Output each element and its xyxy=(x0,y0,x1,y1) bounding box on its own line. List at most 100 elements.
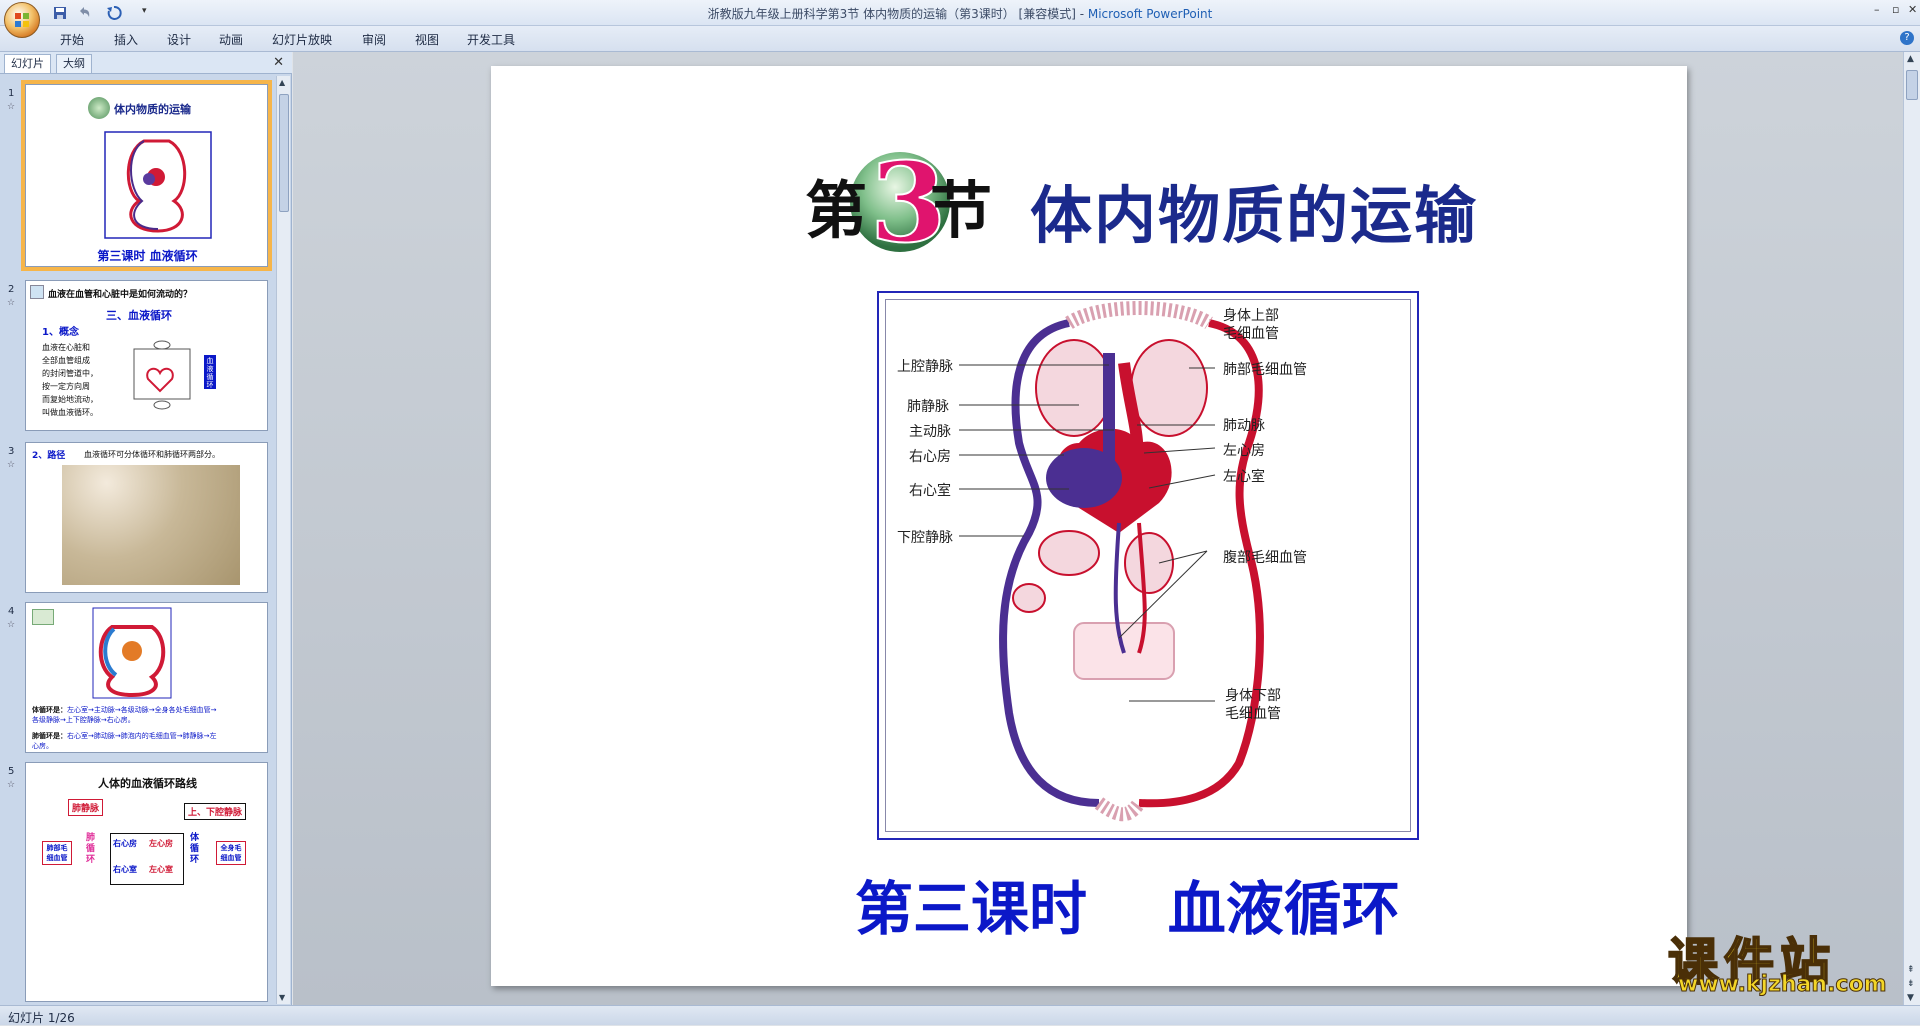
section-badge-icon xyxy=(88,97,110,119)
tab-slides[interactable]: 幻灯片 xyxy=(4,54,51,73)
title-bar: ▾ 浙教版九年级上册科学第3节 体内物质的运输（第3课时） [兼容模式] - M… xyxy=(0,0,1920,38)
thumb-title: 体内物质的运输 xyxy=(114,103,191,116)
thumb-box: 左心室 xyxy=(149,865,173,874)
circulation-thumb-icon xyxy=(104,131,212,239)
slide-thumbnail-3[interactable]: 2、路径 血液循环可分体循环和肺循环两部分。 xyxy=(25,442,268,593)
animation-star-icon: ☆ xyxy=(7,620,16,630)
scroll-image-icon xyxy=(30,285,44,299)
thumb-label: 体循环 xyxy=(190,833,200,865)
office-button[interactable] xyxy=(4,2,40,38)
label-upper-body-capillaries: 身体上部 毛细血管 xyxy=(1223,307,1279,343)
next-slide-icon[interactable]: ⇟ xyxy=(1907,979,1915,989)
label-line: 毛细血管 xyxy=(1225,706,1281,722)
thumb-caption: 第三课时 血液循环 xyxy=(97,249,198,263)
slide-thumbnail-1[interactable]: 体内物质的运输 第三课时 血液循环 xyxy=(21,80,272,271)
label-lung-capillaries: 肺部毛细血管 xyxy=(1223,362,1307,378)
tab-home[interactable]: 开始 xyxy=(60,31,84,48)
thumb-box: 右心室 xyxy=(113,865,137,874)
label-abdomen-capillaries: 腹部毛细血管 xyxy=(1223,550,1307,566)
panel-close-icon[interactable]: ✕ xyxy=(273,55,284,70)
slide-number: 3 xyxy=(8,446,15,457)
tab-slideshow[interactable]: 幻灯片放映 xyxy=(272,31,332,48)
thumb-heading: 血液在血管和心脏中是如何流动的？ xyxy=(48,290,193,300)
label-inferior-vena-cava: 下腔静脉 xyxy=(897,530,953,546)
animation-star-icon: ☆ xyxy=(7,298,16,308)
thumb-box: 上、下腔静脉 xyxy=(184,803,247,820)
tab-design[interactable]: 设计 xyxy=(167,31,191,48)
scroll-thumb[interactable] xyxy=(1906,70,1918,100)
label-right-atrium: 右心房 xyxy=(909,449,951,465)
scroll-image-icon xyxy=(32,609,54,625)
thumbnail-scrollbar[interactable]: ▲ ▼ xyxy=(276,76,290,1004)
label-pulmonary-vein: 肺静脉 xyxy=(907,399,949,415)
heart-loop-thumb-icon xyxy=(133,340,191,410)
thumb-point: 1、概念 xyxy=(42,327,79,338)
thumb-box: 肺部毛细血管 xyxy=(42,841,72,865)
label-left-atrium: 左心房 xyxy=(1223,443,1265,459)
slide-title: 体内物质的运输 xyxy=(1030,179,1479,252)
circulation-thumb-icon xyxy=(92,607,172,699)
tab-animation[interactable]: 动画 xyxy=(219,31,243,48)
slide-number: 2 xyxy=(8,284,15,295)
site-watermark: 课件站 www.kjzhan.com xyxy=(1667,922,1900,1002)
label-superior-vena-cava: 上腔静脉 xyxy=(897,359,953,375)
thumb-body-line: 全部血管组成 xyxy=(42,356,90,365)
circulation-diagram: 身体上部 毛细血管 肺部毛细血管 上腔静脉 肺静脉 主动脉 肺动脉 右心房 左心… xyxy=(877,291,1419,840)
thumb-side-label: 血液循环 xyxy=(204,355,216,389)
main-scrollbar[interactable]: ▲ ⇞ ⇟ ▼ xyxy=(1903,52,1920,1005)
animation-star-icon: ☆ xyxy=(7,102,16,112)
thumb-heading: 2、路径 xyxy=(32,451,66,461)
slide-thumbnail-2[interactable]: 血液在血管和心脏中是如何流动的？ 三、血液循环 1、概念 血液在心脏和 全部血管… xyxy=(25,280,268,431)
scroll-up-icon[interactable]: ▲ xyxy=(1907,54,1914,64)
minimize-icon[interactable]: – xyxy=(1874,3,1880,16)
thumb-heading: 人体的血液循环路线 xyxy=(98,777,197,790)
panel-tabs: 幻灯片 大纲 ✕ xyxy=(0,52,292,74)
slide-thumbnail-4[interactable]: 体循环是：左心室→主动脉→各级动脉→全身各处毛细血管→各级静脉→上下腔静脉→右心… xyxy=(25,602,268,753)
tab-view[interactable]: 视图 xyxy=(415,31,439,48)
label-line: 身体下部 xyxy=(1225,688,1281,704)
thumb-video-placeholder xyxy=(62,465,240,585)
thumb-body-line: 按一定方向周 xyxy=(42,382,90,391)
thumb-text-label: 肺循环是： xyxy=(32,732,67,740)
thumb-body: 血液循环可分体循环和肺循环两部分。 xyxy=(84,450,220,459)
thumb-body-line: 叫做血液循环。 xyxy=(42,408,98,417)
label-pulmonary-artery: 肺动脉 xyxy=(1223,418,1265,434)
tab-insert[interactable]: 插入 xyxy=(114,31,138,48)
help-icon[interactable]: ? xyxy=(1900,31,1914,45)
app-name: Microsoft PowerPoint xyxy=(1087,7,1213,21)
thumb-box: 右心房 xyxy=(113,839,137,848)
slide-thumbnail-5[interactable]: 人体的血液循环路线 肺静脉 上、下腔静脉 肺部毛细血管 右心房 左心房 右心室 … xyxy=(25,762,268,1002)
label-lower-body-capillaries: 身体下部 毛细血管 xyxy=(1225,687,1281,723)
thumb-body: 血液在心脏和 全部血管组成 的封闭管道中， 按一定方向周 而复始地流动， 叫做血… xyxy=(42,341,98,419)
thumb-box: 左心房 xyxy=(149,839,173,848)
thumb-box: 全身毛细血管 xyxy=(216,841,246,865)
scroll-thumb[interactable] xyxy=(279,94,289,212)
close-icon[interactable]: ✕ xyxy=(1908,3,1917,16)
label-line: 身体上部 xyxy=(1223,308,1279,324)
thumb-text-label: 体循环是： xyxy=(32,706,67,714)
slide-number: 5 xyxy=(8,766,15,777)
thumb-subtitle: 三、血液循环 xyxy=(106,309,172,322)
tab-outline[interactable]: 大纲 xyxy=(56,54,92,73)
label-left-ventricle: 左心室 xyxy=(1223,469,1265,485)
thumb-body-line: 血液在心脏和 xyxy=(42,343,90,352)
circulation-drawing-icon xyxy=(959,301,1264,822)
section-char: 第 xyxy=(805,174,868,247)
animation-star-icon: ☆ xyxy=(7,780,16,790)
tab-review[interactable]: 审阅 xyxy=(362,31,386,48)
previous-slide-icon[interactable]: ⇞ xyxy=(1907,965,1915,975)
slides-panel: 幻灯片 大纲 ✕ 1 ☆ 体内物质的运输 第三课时 血液循环 2 ☆ 血液在血管… xyxy=(0,52,292,1005)
animation-star-icon: ☆ xyxy=(7,460,16,470)
thumb-body-line: 的封闭管道中， xyxy=(42,369,98,378)
lesson-title: 第三课时 血液循环 xyxy=(855,875,1400,943)
window-title: 浙教版九年级上册科学第3节 体内物质的运输（第3课时） [兼容模式] - Mic… xyxy=(0,5,1920,22)
slide-number: 4 xyxy=(8,606,15,617)
restore-icon[interactable]: ▫ xyxy=(1892,3,1899,16)
slide-counter: 幻灯片 1/26 xyxy=(8,1011,75,1025)
label-line: 毛细血管 xyxy=(1223,326,1279,342)
scroll-down-icon[interactable]: ▼ xyxy=(279,993,285,1002)
tab-developer[interactable]: 开发工具 xyxy=(467,31,515,48)
scroll-down-icon[interactable]: ▼ xyxy=(1907,993,1914,1003)
scroll-up-icon[interactable]: ▲ xyxy=(279,78,285,87)
thumb-body-line: 而复始地流动， xyxy=(42,395,98,404)
